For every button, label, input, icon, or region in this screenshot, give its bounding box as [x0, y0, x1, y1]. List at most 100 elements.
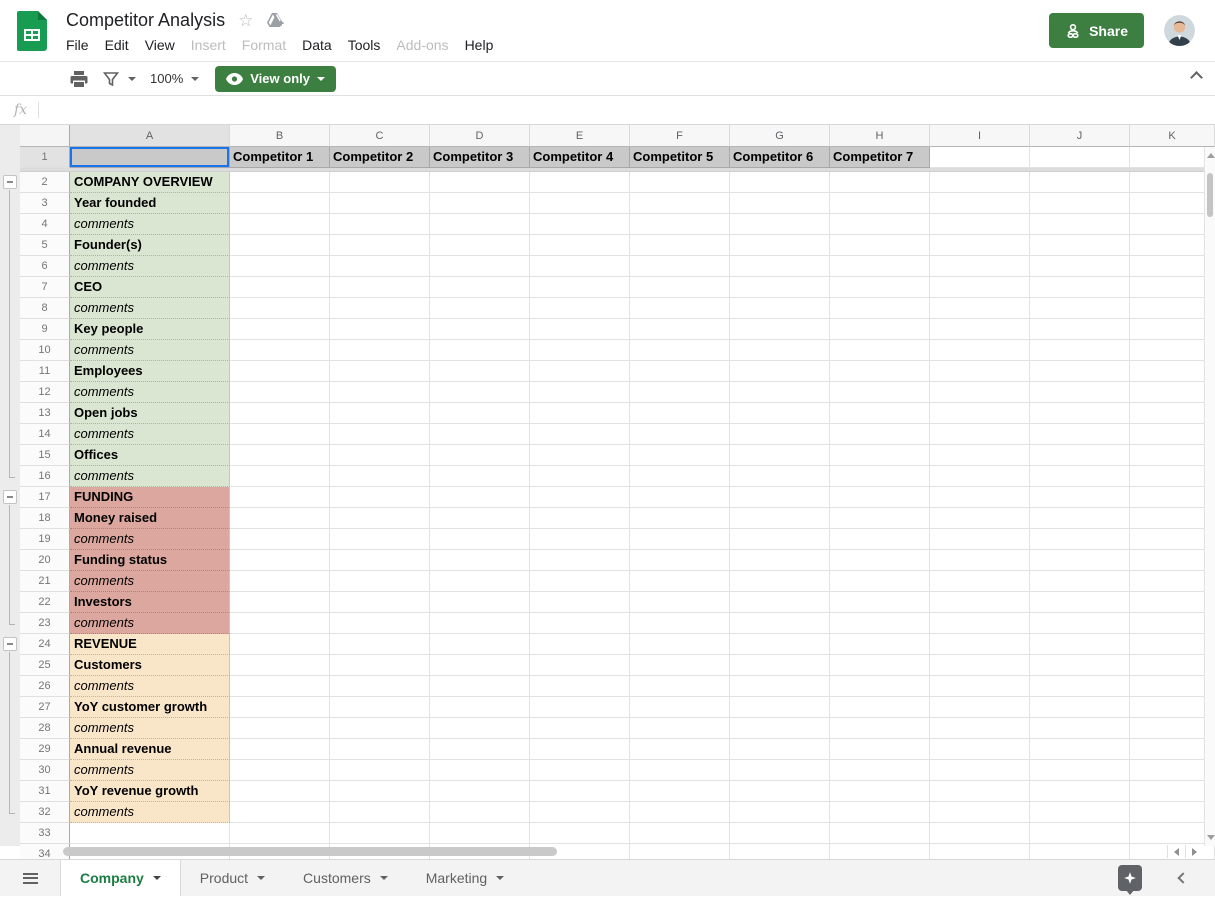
cell-D7[interactable] [430, 277, 530, 298]
row-header-9[interactable]: 9 [20, 319, 70, 340]
star-icon[interactable]: ☆ [238, 12, 253, 29]
cell-C26[interactable] [330, 676, 430, 697]
cell-K5[interactable] [1130, 235, 1215, 256]
cell-F3[interactable] [630, 193, 730, 214]
cell-B24[interactable] [230, 634, 330, 655]
cell-K33[interactable] [1130, 823, 1215, 844]
cell-B10[interactable] [230, 340, 330, 361]
cell-C24[interactable] [330, 634, 430, 655]
cell-G5[interactable] [730, 235, 830, 256]
cell-K16[interactable] [1130, 466, 1215, 487]
column-header-J[interactable]: J [1030, 125, 1130, 147]
cell-J31[interactable] [1030, 781, 1130, 802]
cell-I18[interactable] [930, 508, 1030, 529]
cell-C12[interactable] [330, 382, 430, 403]
cell-J17[interactable] [1030, 487, 1130, 508]
view-only-button[interactable]: View only [215, 66, 336, 92]
cell-D27[interactable] [430, 697, 530, 718]
cell-H15[interactable] [830, 445, 930, 466]
cell-J1[interactable] [1030, 147, 1130, 168]
cell-C17[interactable] [330, 487, 430, 508]
cell-F12[interactable] [630, 382, 730, 403]
cell-E31[interactable] [530, 781, 630, 802]
cell-K13[interactable] [1130, 403, 1215, 424]
grid-corner[interactable] [20, 125, 70, 147]
cell-H2[interactable] [830, 172, 930, 193]
cell-B27[interactable] [230, 697, 330, 718]
cell-I5[interactable] [930, 235, 1030, 256]
row-header-24[interactable]: 24 [20, 634, 70, 655]
cell-B31[interactable] [230, 781, 330, 802]
cell-D6[interactable] [430, 256, 530, 277]
cell-F29[interactable] [630, 739, 730, 760]
sheet-tab-caret[interactable] [380, 876, 388, 880]
cell-F4[interactable] [630, 214, 730, 235]
cell-E6[interactable] [530, 256, 630, 277]
cell-I25[interactable] [930, 655, 1030, 676]
cell-J12[interactable] [1030, 382, 1130, 403]
cell-H25[interactable] [830, 655, 930, 676]
cell-A15[interactable]: Offices [70, 445, 230, 466]
cell-F17[interactable] [630, 487, 730, 508]
cell-J23[interactable] [1030, 613, 1130, 634]
cell-A11[interactable]: Employees [70, 361, 230, 382]
row-header-3[interactable]: 3 [20, 193, 70, 214]
cell-A18[interactable]: Money raised [70, 508, 230, 529]
cell-J24[interactable] [1030, 634, 1130, 655]
cell-E33[interactable] [530, 823, 630, 844]
cell-B17[interactable] [230, 487, 330, 508]
cell-C11[interactable] [330, 361, 430, 382]
cell-B9[interactable] [230, 319, 330, 340]
cell-G25[interactable] [730, 655, 830, 676]
document-title[interactable]: Competitor Analysis [66, 10, 225, 31]
cell-K12[interactable] [1130, 382, 1215, 403]
cell-G10[interactable] [730, 340, 830, 361]
cell-G20[interactable] [730, 550, 830, 571]
cell-J22[interactable] [1030, 592, 1130, 613]
cell-H16[interactable] [830, 466, 930, 487]
zoom-control[interactable]: 100% [150, 71, 199, 86]
cell-I17[interactable] [930, 487, 1030, 508]
share-button[interactable]: Share [1049, 13, 1144, 48]
cell-I4[interactable] [930, 214, 1030, 235]
cell-B29[interactable] [230, 739, 330, 760]
cell-C2[interactable] [330, 172, 430, 193]
cell-H6[interactable] [830, 256, 930, 277]
vertical-scrollbar[interactable] [1204, 147, 1215, 846]
cell-D20[interactable] [430, 550, 530, 571]
cell-F25[interactable] [630, 655, 730, 676]
cell-F33[interactable] [630, 823, 730, 844]
cell-K1[interactable] [1130, 147, 1215, 168]
cell-B7[interactable] [230, 277, 330, 298]
cell-C23[interactable] [330, 613, 430, 634]
cell-E3[interactable] [530, 193, 630, 214]
cell-E26[interactable] [530, 676, 630, 697]
cell-K15[interactable] [1130, 445, 1215, 466]
cell-H21[interactable] [830, 571, 930, 592]
cell-E16[interactable] [530, 466, 630, 487]
scroll-up-arrow-icon[interactable] [1207, 153, 1215, 158]
cell-J21[interactable] [1030, 571, 1130, 592]
cell-K29[interactable] [1130, 739, 1215, 760]
cell-F1[interactable]: Competitor 5 [630, 147, 730, 168]
row-header-13[interactable]: 13 [20, 403, 70, 424]
cell-G4[interactable] [730, 214, 830, 235]
cell-G6[interactable] [730, 256, 830, 277]
cell-J20[interactable] [1030, 550, 1130, 571]
cell-E7[interactable] [530, 277, 630, 298]
cell-C15[interactable] [330, 445, 430, 466]
cell-K17[interactable] [1130, 487, 1215, 508]
formula-input[interactable] [39, 96, 1215, 124]
cell-E15[interactable] [530, 445, 630, 466]
cell-F15[interactable] [630, 445, 730, 466]
cell-I1[interactable] [930, 147, 1030, 168]
cell-C25[interactable] [330, 655, 430, 676]
cell-G18[interactable] [730, 508, 830, 529]
filter-icon[interactable] [98, 66, 124, 92]
cell-D23[interactable] [430, 613, 530, 634]
row-header-30[interactable]: 30 [20, 760, 70, 781]
cell-A8[interactable]: comments [70, 298, 230, 319]
sheet-tab-caret[interactable] [257, 876, 265, 880]
cell-H17[interactable] [830, 487, 930, 508]
sheet-tab-caret[interactable] [153, 876, 161, 880]
